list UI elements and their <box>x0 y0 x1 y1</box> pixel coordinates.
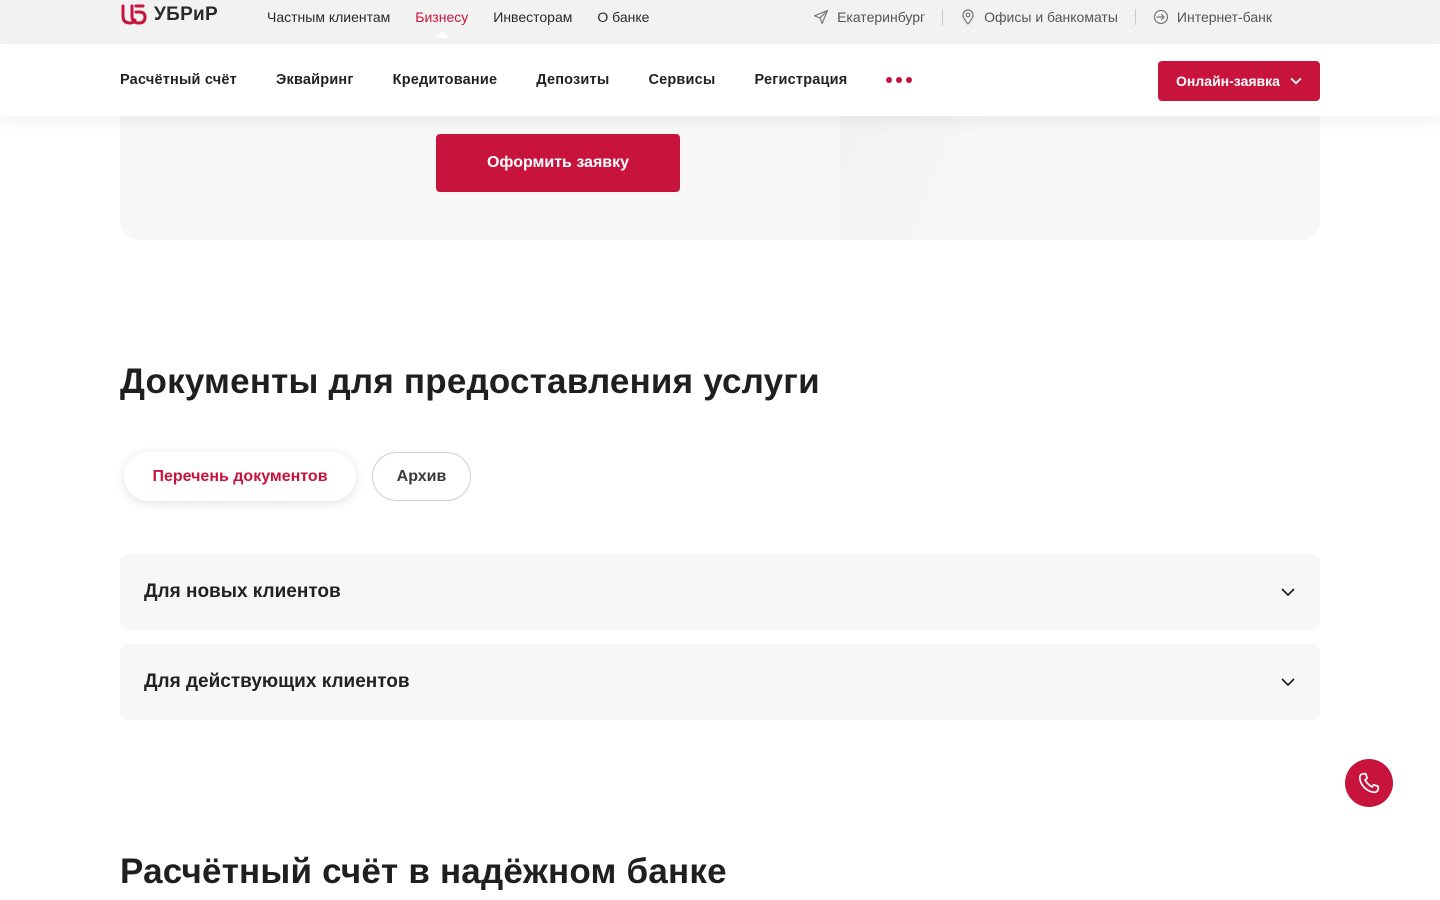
tab-archive[interactable]: Архив <box>372 452 471 501</box>
phone-icon <box>1358 772 1380 794</box>
main-nav-services[interactable]: Сервисы <box>648 72 715 88</box>
main-nav: Расчётный счёт Эквайринг Кредитование Де… <box>0 44 1440 116</box>
accordion-existing-clients[interactable]: Для действующих клиентов <box>120 644 1320 720</box>
divider <box>942 9 944 25</box>
accordion-new-clients[interactable]: Для новых клиентов <box>120 554 1320 630</box>
accordion-label: Для новых клиентов <box>144 581 341 602</box>
logo-text: УБРиР <box>154 4 219 25</box>
top-nav: Частным клиентам Бизнесу Инвесторам О ба… <box>267 0 649 38</box>
chevron-down-icon <box>1281 588 1295 596</box>
send-icon <box>813 9 829 25</box>
top-bar: УБРиР Частным клиентам Бизнесу Инвестора… <box>0 0 1440 44</box>
divider <box>1134 9 1136 25</box>
internet-bank-link[interactable]: Интернет-банк <box>1153 9 1272 25</box>
top-nav-investors[interactable]: Инвесторам <box>493 9 572 25</box>
main-nav-lending[interactable]: Кредитование <box>393 72 498 88</box>
offices-label: Офисы и банкоматы <box>984 9 1118 25</box>
chevron-down-icon <box>1290 77 1302 85</box>
location-pin-icon <box>962 9 974 25</box>
accordion-label: Для действующих клиентов <box>144 671 410 692</box>
main-nav-deposits[interactable]: Депозиты <box>536 72 609 88</box>
online-application-button[interactable]: Онлайн-заявка <box>1158 61 1320 101</box>
chevron-down-icon <box>1281 678 1295 686</box>
top-nav-business[interactable]: Бизнесу <box>415 9 468 38</box>
documents-tabs: Перечень документов Архив <box>124 452 471 501</box>
main-nav-registration[interactable]: Регистрация <box>755 72 848 88</box>
tab-document-list[interactable]: Перечень документов <box>124 452 356 501</box>
call-button[interactable] <box>1345 759 1393 807</box>
more-menu-icon[interactable] <box>886 70 913 90</box>
top-nav-about[interactable]: О банке <box>597 9 649 25</box>
login-icon <box>1153 9 1169 25</box>
main-nav-settlement-account[interactable]: Расчётный счёт <box>120 72 237 88</box>
logo-icon <box>121 4 147 25</box>
logo[interactable]: УБРиР <box>120 0 218 30</box>
main-nav-acquiring[interactable]: Эквайринг <box>276 72 354 88</box>
city-selector[interactable]: Екатеринбург <box>813 9 925 25</box>
submit-application-button[interactable]: Оформить заявку <box>436 134 680 192</box>
documents-title: Документы для предоставления услуги <box>120 362 820 401</box>
next-section-title: Расчётный счёт в надёжном банке <box>120 852 727 891</box>
offices-link[interactable]: Офисы и банкоматы <box>960 9 1118 25</box>
city-label: Екатеринбург <box>837 9 926 25</box>
top-nav-private-clients[interactable]: Частным клиентам <box>267 9 390 25</box>
internet-bank-label: Интернет-банк <box>1176 9 1272 25</box>
online-application-label: Онлайн-заявка <box>1176 73 1280 89</box>
top-utilities: Екатеринбург Офисы и банкоматы Интернет-… <box>813 0 1272 34</box>
